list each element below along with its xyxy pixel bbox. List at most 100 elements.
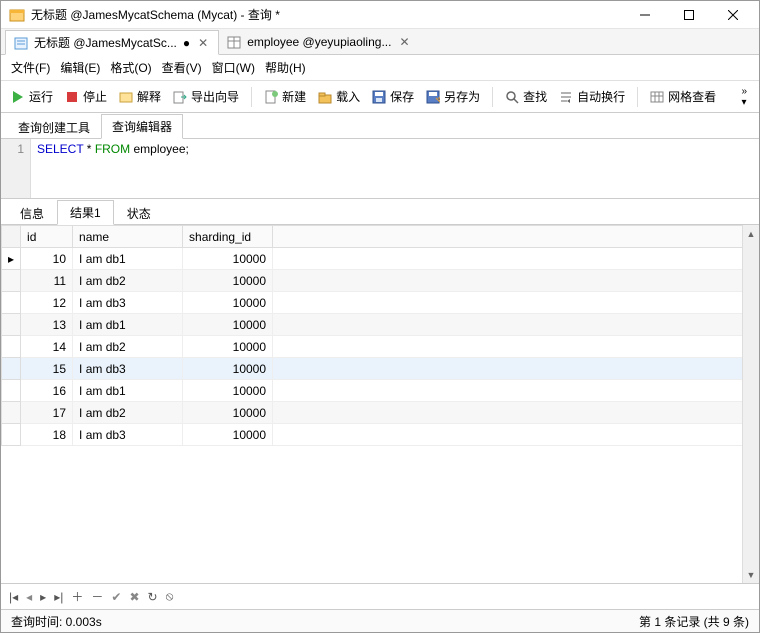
col-id[interactable]: id: [21, 226, 73, 248]
tab-status[interactable]: 状态: [114, 201, 164, 225]
find-button[interactable]: 查找: [501, 86, 551, 107]
cell-sharding-id[interactable]: 10000: [183, 270, 273, 292]
cell-id[interactable]: 17: [21, 402, 73, 424]
save-button[interactable]: 保存: [368, 86, 418, 107]
result-grid[interactable]: id name sharding_id ▸10I am db11000011I …: [1, 225, 759, 583]
table-row[interactable]: 18I am db310000: [2, 424, 759, 446]
result-tabs: 信息 结果1 状态: [1, 199, 759, 225]
table-row[interactable]: 14I am db210000: [2, 336, 759, 358]
table-row[interactable]: 12I am db310000: [2, 292, 759, 314]
cell-name[interactable]: I am db3: [73, 292, 183, 314]
nav-add-icon[interactable]: ＋: [71, 588, 83, 605]
new-button[interactable]: 新建: [260, 86, 310, 107]
table-row[interactable]: 11I am db210000: [2, 270, 759, 292]
menu-window[interactable]: 窗口(W): [208, 57, 259, 78]
nav-stop-icon[interactable]: ⦸: [166, 589, 174, 604]
cell-name[interactable]: I am db1: [73, 314, 183, 336]
cell-id[interactable]: 12: [21, 292, 73, 314]
row-header-corner[interactable]: [2, 226, 21, 248]
cell-sharding-id[interactable]: 10000: [183, 358, 273, 380]
minimize-button[interactable]: [623, 1, 667, 29]
menu-view[interactable]: 查看(V): [158, 57, 206, 78]
close-icon[interactable]: ✕: [397, 35, 411, 49]
menu-edit[interactable]: 编辑(E): [56, 57, 104, 78]
cell-sharding-id[interactable]: 10000: [183, 314, 273, 336]
cell-name[interactable]: I am db3: [73, 358, 183, 380]
nav-first-icon[interactable]: |◂: [9, 590, 18, 604]
separator: [492, 87, 493, 107]
toolbar-overflow[interactable]: »▾: [735, 86, 753, 108]
cell-sharding-id[interactable]: 10000: [183, 402, 273, 424]
scroll-down-icon[interactable]: ▼: [743, 566, 759, 583]
export-wizard-button[interactable]: 导出向导: [169, 86, 243, 107]
cell-name[interactable]: I am db2: [73, 270, 183, 292]
cell-name[interactable]: I am db2: [73, 402, 183, 424]
grid-view-button[interactable]: 网格查看: [646, 86, 720, 107]
status-bar: 查询时间: 0.003s 第 1 条记录 (共 9 条): [1, 610, 759, 632]
close-icon[interactable]: ✕: [196, 36, 210, 50]
menu-file[interactable]: 文件(F): [7, 57, 54, 78]
tab-query-builder[interactable]: 查询创建工具: [7, 115, 101, 139]
cell-id[interactable]: 10: [21, 248, 73, 270]
close-button[interactable]: [711, 1, 755, 29]
cell-sharding-id[interactable]: 10000: [183, 380, 273, 402]
nav-refresh-icon[interactable]: ↻: [148, 590, 158, 604]
row-marker: [2, 402, 21, 424]
cell-name[interactable]: I am db1: [73, 248, 183, 270]
table-row[interactable]: 13I am db110000: [2, 314, 759, 336]
cell-name[interactable]: I am db1: [73, 380, 183, 402]
nav-cancel-icon[interactable]: ✖: [129, 590, 139, 604]
cell-name[interactable]: I am db3: [73, 424, 183, 446]
cell-id[interactable]: 16: [21, 380, 73, 402]
scroll-up-icon[interactable]: ▲: [743, 225, 759, 242]
row-marker: [2, 314, 21, 336]
run-button[interactable]: 运行: [7, 86, 57, 107]
tab-query-editor[interactable]: 查询编辑器: [101, 114, 183, 139]
menu-help[interactable]: 帮助(H): [261, 57, 310, 78]
menu-format[interactable]: 格式(O): [106, 57, 155, 78]
doc-tab-1[interactable]: 无标题 @JamesMycatSc... ● ✕: [5, 30, 219, 55]
nav-apply-icon[interactable]: ✔: [111, 590, 121, 604]
cell-id[interactable]: 11: [21, 270, 73, 292]
doc-tab-2[interactable]: employee @yeyupiaoling... ✕: [219, 29, 419, 54]
doc-tab-dirty-icon: ●: [183, 36, 190, 50]
table-row[interactable]: 17I am db210000: [2, 402, 759, 424]
stop-button[interactable]: 停止: [61, 86, 111, 107]
table-row[interactable]: ▸10I am db110000: [2, 248, 759, 270]
cell-id[interactable]: 15: [21, 358, 73, 380]
save-as-button[interactable]: 另存为: [422, 86, 484, 107]
nav-prev-icon[interactable]: ◂: [26, 590, 32, 604]
cell-sharding-id[interactable]: 10000: [183, 424, 273, 446]
col-sharding-id[interactable]: sharding_id: [183, 226, 273, 248]
row-marker: [2, 424, 21, 446]
col-spacer: [273, 226, 759, 248]
load-button[interactable]: 载入: [314, 86, 364, 107]
row-marker: ▸: [2, 248, 21, 270]
explain-button[interactable]: 解释: [115, 86, 165, 107]
nav-last-icon[interactable]: ▸|: [54, 590, 63, 604]
cell-sharding-id[interactable]: 10000: [183, 336, 273, 358]
status-query-time: 查询时间: 0.003s: [11, 613, 102, 630]
cell-sharding-id[interactable]: 10000: [183, 292, 273, 314]
tab-info[interactable]: 信息: [7, 201, 57, 225]
cell-id[interactable]: 18: [21, 424, 73, 446]
separator: [637, 87, 638, 107]
cell-spacer: [273, 424, 759, 446]
table-row[interactable]: 15I am db310000: [2, 358, 759, 380]
tab-result1[interactable]: 结果1: [57, 200, 114, 225]
vertical-scrollbar[interactable]: ▲ ▼: [742, 225, 759, 583]
cell-id[interactable]: 13: [21, 314, 73, 336]
cell-name[interactable]: I am db2: [73, 336, 183, 358]
auto-wrap-button[interactable]: 自动换行: [555, 86, 629, 107]
table-row[interactable]: 16I am db110000: [2, 380, 759, 402]
cell-id[interactable]: 14: [21, 336, 73, 358]
sql-editor[interactable]: 1 SELECT * FROM employee;: [1, 139, 759, 199]
nav-next-icon[interactable]: ▸: [40, 590, 46, 604]
document-tabs: 无标题 @JamesMycatSc... ● ✕ employee @yeyup…: [1, 29, 759, 55]
maximize-button[interactable]: [667, 1, 711, 29]
cell-sharding-id[interactable]: 10000: [183, 248, 273, 270]
doc-tab-label: employee @yeyupiaoling...: [247, 35, 391, 49]
nav-delete-icon[interactable]: －: [91, 588, 103, 605]
sql-code[interactable]: SELECT * FROM employee;: [31, 139, 759, 198]
col-name[interactable]: name: [73, 226, 183, 248]
